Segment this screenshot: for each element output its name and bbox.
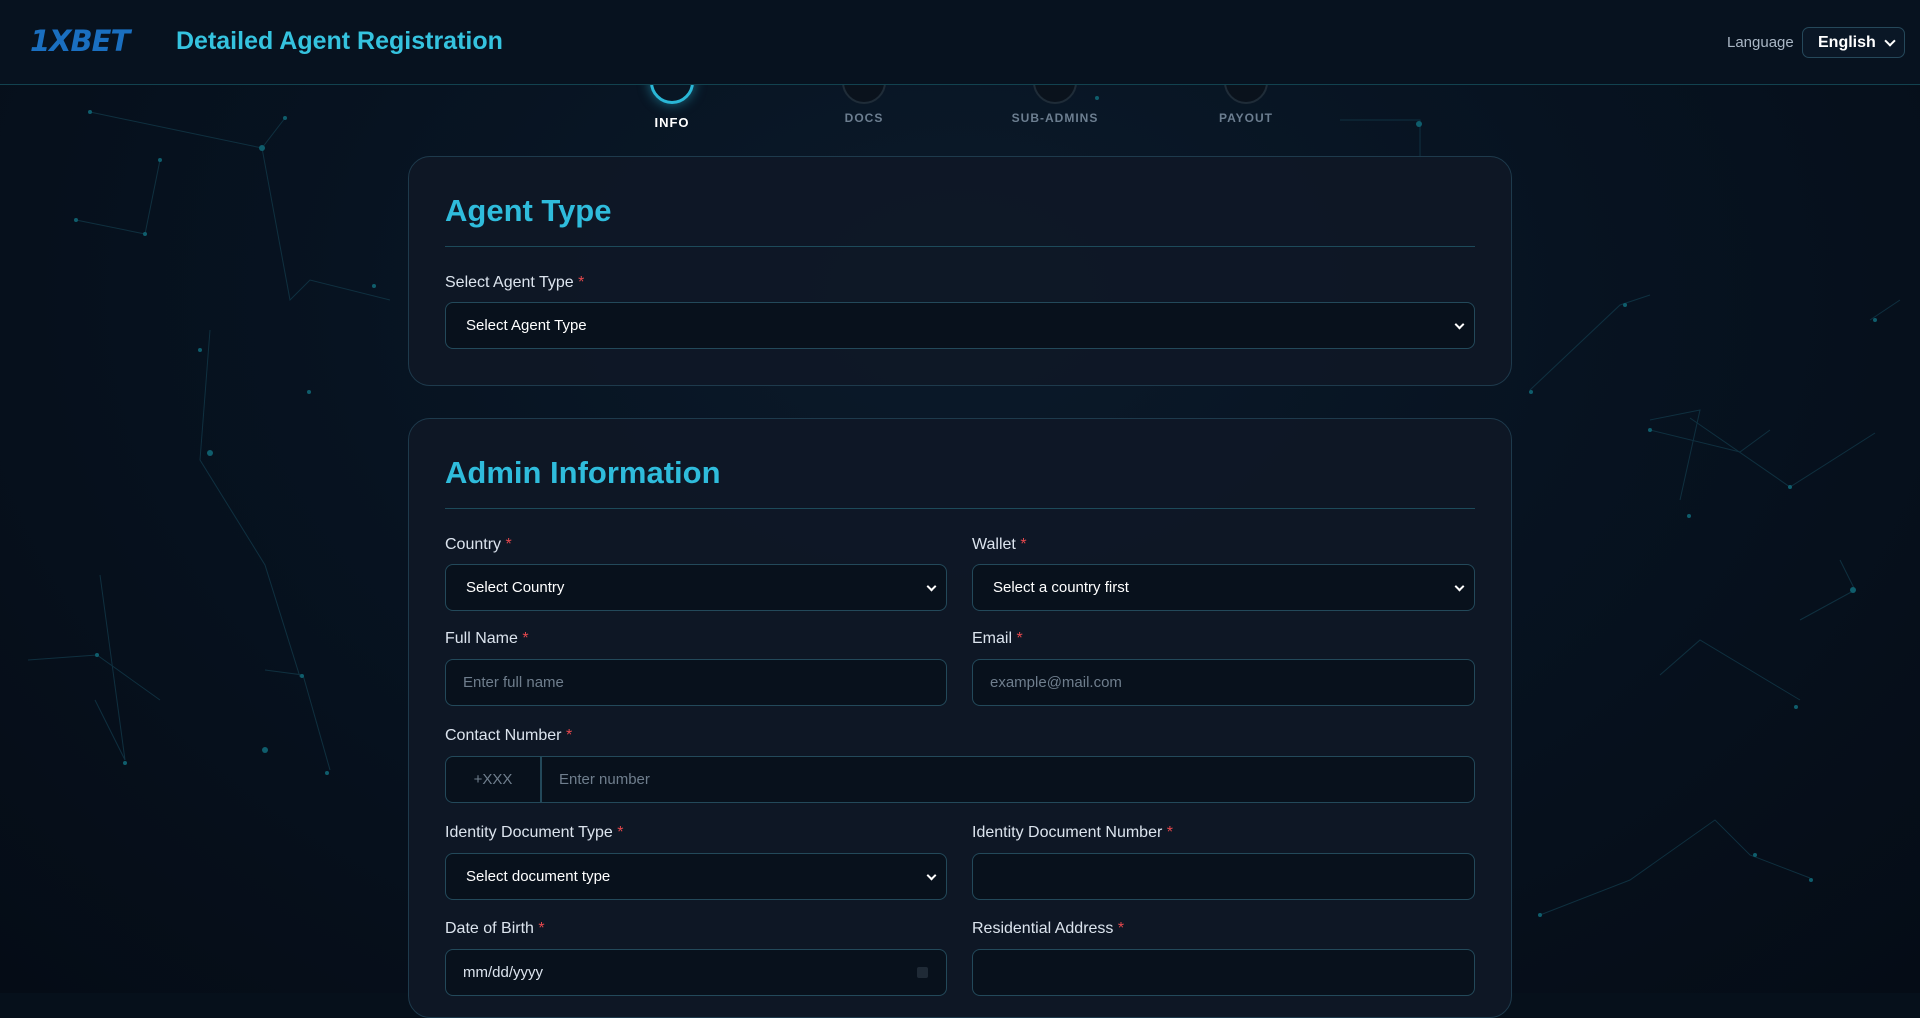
address-label: Residential Address * (972, 920, 1124, 938)
country-code-prefix-text: +XXX (473, 771, 513, 788)
contact-number-input[interactable]: Enter number (541, 756, 1475, 803)
email-label-text: Email (972, 630, 1013, 647)
required-mark: * (578, 274, 585, 291)
full-name-label-text: Full Name (445, 630, 518, 647)
dob-value: mm/dd/yyyy (463, 964, 544, 981)
language-select[interactable]: English (1802, 27, 1905, 58)
section-title-agent-type: Agent Type (445, 193, 612, 228)
agent-type-label: Select Agent Type * (445, 274, 584, 292)
required-mark: * (1016, 630, 1023, 647)
country-select-value: Select Country (466, 579, 565, 596)
dob-date-input[interactable]: mm/dd/yyyy (445, 949, 947, 996)
page-title: Detailed Agent Registration (176, 27, 503, 55)
required-mark: * (565, 727, 573, 744)
id-doc-type-label: Identity Document Type * (445, 824, 623, 842)
required-mark: * (617, 824, 624, 841)
email-field[interactable]: example@mail.com (972, 659, 1475, 706)
step-label-payout: PAYOUT (1218, 111, 1273, 125)
required-mark: * (538, 920, 545, 937)
contact-number-label: Contact Number * (445, 727, 572, 745)
country-select[interactable]: Select Country (445, 564, 947, 611)
full-name-input[interactable]: Enter full name (445, 659, 947, 706)
agent-type-label-text: Select Agent Type (445, 274, 574, 291)
section-divider (445, 246, 1475, 247)
top-header: 1XBET Detailed Agent Registration Langua… (0, 0, 1920, 85)
id-doc-number-label-text: Identity Document Number (972, 824, 1163, 841)
step-label-sub-admins: SUB-ADMINS (1011, 111, 1099, 125)
wallet-select[interactable]: Select a country first (972, 564, 1475, 611)
wallet-select-value: Select a country first (993, 579, 1129, 596)
chevron-down-icon (1884, 35, 1896, 47)
language-label: Language (1727, 34, 1794, 51)
required-mark: * (505, 536, 512, 553)
chevron-down-icon (1454, 319, 1465, 330)
required-mark: * (1166, 824, 1173, 841)
wallet-label-text: Wallet (972, 536, 1016, 553)
contact-number-placeholder: Enter number (559, 771, 650, 788)
chevron-down-icon (1454, 581, 1465, 592)
agent-type-select-value: Select Agent Type (466, 317, 587, 334)
contact-number-label-text: Contact Number (445, 727, 562, 744)
full-name-label: Full Name * (445, 630, 529, 648)
calendar-icon[interactable] (917, 967, 928, 978)
section-title-admin-information: Admin Information (445, 455, 721, 490)
address-label-text: Residential Address (972, 920, 1114, 937)
id-doc-type-label-text: Identity Document Type (445, 824, 613, 841)
required-mark: * (1117, 920, 1125, 937)
brand-logo[interactable]: 1XBET (30, 24, 130, 58)
country-code-prefix[interactable]: +XXX (445, 756, 541, 803)
country-label: Country * (445, 536, 512, 554)
agent-type-card: Agent Type Select Agent Type * Select Ag… (408, 156, 1512, 386)
full-name-placeholder: Enter full name (463, 674, 564, 691)
language-select-value: English (1818, 33, 1876, 51)
dob-label: Date of Birth * (445, 920, 545, 938)
email-label: Email * (972, 630, 1023, 648)
chevron-down-icon (926, 581, 937, 592)
email-placeholder: example@mail.com (990, 674, 1122, 691)
country-label-text: Country (445, 536, 502, 553)
admin-information-card: Admin Information Country * Select Count… (408, 418, 1512, 1018)
chevron-down-icon (926, 870, 937, 881)
step-label-docs: DOCS (844, 111, 884, 125)
dob-label-text: Date of Birth (445, 920, 534, 937)
wallet-label: Wallet * (972, 536, 1027, 554)
id-doc-number-label: Identity Document Number * (972, 824, 1173, 842)
residential-address-input[interactable] (972, 949, 1475, 996)
agent-type-select[interactable]: Select Agent Type (445, 302, 1475, 349)
id-doc-number-input[interactable] (972, 853, 1475, 900)
step-label-info: INFO (654, 115, 690, 130)
required-mark: * (522, 630, 529, 647)
id-doc-type-select[interactable]: Select document type (445, 853, 947, 900)
section-divider (445, 508, 1475, 509)
id-doc-type-select-value: Select document type (466, 868, 611, 885)
required-mark: * (1020, 536, 1027, 553)
